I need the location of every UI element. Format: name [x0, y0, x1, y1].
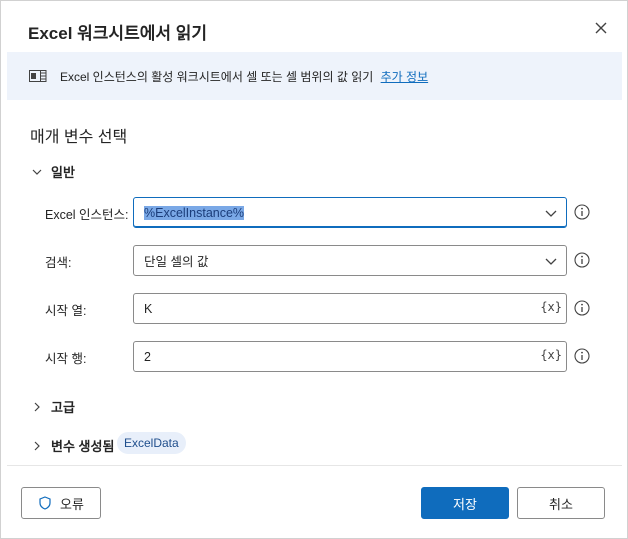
retrieve-dropdown[interactable]: 단일 셀의 값	[133, 245, 567, 276]
retrieve-value: 단일 셀의 값	[144, 255, 209, 269]
start-column-value: K	[144, 301, 153, 316]
cancel-button[interactable]: 취소	[517, 487, 605, 519]
dialog-title: Excel 워크시트에서 읽기	[28, 24, 207, 43]
dialog: Excel 워크시트에서 읽기 Excel 인스턴스의 활성 워크시트에서 셀 …	[0, 0, 628, 539]
excel-sheet-icon	[29, 70, 47, 82]
close-icon	[595, 22, 607, 34]
retrieve-label: 검색:	[45, 256, 72, 270]
info-circle-icon[interactable]	[574, 204, 590, 220]
excel-instance-value: %ExcelInstance%	[144, 205, 245, 220]
info-bar: Excel 인스턴스의 활성 워크시트에서 셀 또는 셀 범위의 값 읽기 추가…	[7, 52, 622, 100]
advanced-group-toggle[interactable]: 고급	[31, 397, 75, 416]
start-column-label: 시작 열:	[45, 304, 87, 318]
start-row-input[interactable]: 2 {x}	[133, 341, 567, 372]
general-group-label: 일반	[51, 165, 75, 180]
chevron-down-icon	[545, 210, 557, 217]
advanced-group-label: 고급	[51, 400, 75, 415]
info-circle-icon[interactable]	[574, 348, 590, 364]
learn-more-link[interactable]: 추가 정보	[381, 70, 429, 84]
close-button[interactable]	[591, 18, 611, 38]
variable-picker-button[interactable]: {x}	[540, 348, 562, 362]
variable-chip[interactable]: ExcelData	[117, 432, 186, 454]
chevron-right-icon	[34, 441, 40, 450]
start-row-value: 2	[144, 349, 151, 364]
general-group-toggle[interactable]: 일반	[31, 162, 75, 181]
variable-picker-button[interactable]: {x}	[540, 300, 562, 314]
variables-produced-toggle[interactable]: 변수 생성됨	[31, 436, 114, 455]
info-description: Excel 인스턴스의 활성 워크시트에서 셀 또는 셀 범위의 값 읽기	[60, 70, 374, 84]
error-button[interactable]: 오류	[21, 487, 101, 519]
shield-icon	[39, 496, 51, 510]
save-button[interactable]: 저장	[421, 487, 509, 519]
info-circle-icon[interactable]	[574, 252, 590, 268]
info-text: Excel 인스턴스의 활성 워크시트에서 셀 또는 셀 범위의 값 읽기 추가…	[60, 68, 428, 85]
footer-divider	[7, 465, 622, 466]
chevron-right-icon	[34, 402, 40, 411]
section-title: 매개 변수 선택	[30, 129, 128, 146]
chevron-down-icon	[545, 258, 557, 265]
excel-instance-dropdown[interactable]: %ExcelInstance%	[133, 197, 567, 228]
variables-produced-label: 변수 생성됨	[51, 439, 115, 454]
excel-instance-label: Excel 인스턴스:	[45, 208, 129, 222]
chevron-down-icon	[32, 169, 42, 175]
error-button-label: 오류	[60, 496, 84, 512]
info-circle-icon[interactable]	[574, 300, 590, 316]
start-row-label: 시작 행:	[45, 352, 87, 366]
start-column-input[interactable]: K {x}	[133, 293, 567, 324]
